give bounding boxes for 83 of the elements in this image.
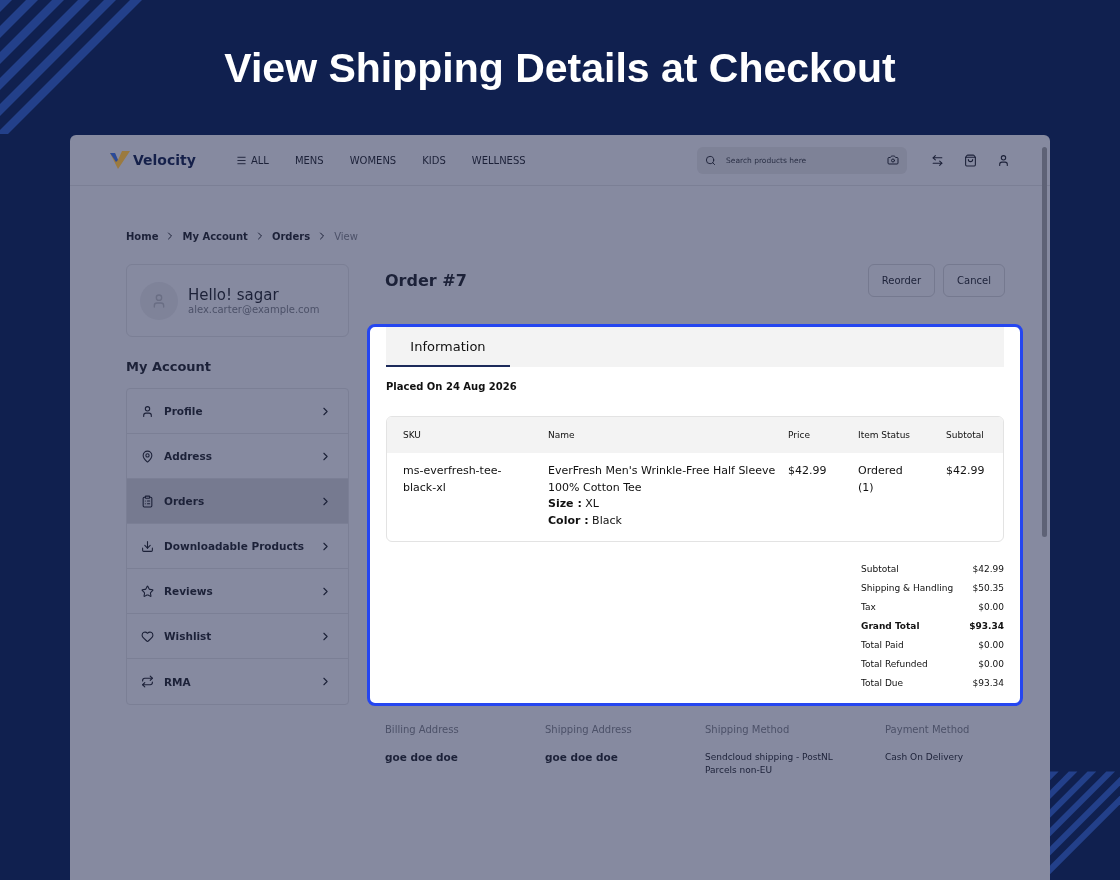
sidebar-item-label: Profile [164, 405, 204, 417]
table-cell-text: $42.99 [946, 463, 986, 479]
sidebar-item[interactable]: RMA [127, 659, 348, 704]
column-header: Subtotal [946, 430, 985, 440]
sidebar-item-label: Orders [164, 495, 206, 507]
column-header: Price [788, 430, 811, 440]
logo[interactable]: Velocity [110, 151, 196, 169]
sidebar-title: My Account [126, 359, 213, 374]
sidebar-item[interactable]: Reviews [127, 569, 348, 614]
detail-label: Shipping Address [545, 724, 633, 735]
total-value: $93.34 [971, 677, 1004, 690]
shopping-bag-icon[interactable] [964, 153, 977, 167]
nav-link[interactable]: KIDS [422, 154, 446, 166]
detail-value: goe doe doe [385, 751, 459, 764]
total-label: Total Due [861, 677, 905, 690]
heart-icon [141, 629, 154, 643]
user-icon [141, 404, 154, 418]
column-header: Item Status [858, 430, 912, 440]
download-icon [141, 539, 154, 553]
compare-arrows-icon[interactable] [931, 153, 944, 167]
product-option: Color : Black [548, 512, 788, 529]
breadcrumb-link[interactable]: Orders [271, 230, 311, 242]
logo-text: Velocity [133, 152, 196, 168]
table-cell-text: Ordered (1) [858, 463, 904, 496]
detail-label: Shipping Method [705, 724, 791, 735]
total-label: Tax [861, 601, 877, 614]
total-value: $0.00 [977, 601, 1004, 614]
nav-link[interactable]: WOMENS [349, 154, 397, 166]
avatar-icon [140, 281, 178, 320]
logo-icon [110, 151, 130, 169]
sidebar-item-label: RMA [164, 675, 192, 688]
detail-label: Billing Address [385, 724, 460, 735]
scrollbar[interactable] [1042, 147, 1047, 537]
column-header: Name [548, 430, 576, 440]
table-cell-text: $42.99 [788, 463, 828, 479]
sidebar-item[interactable]: Wishlist [127, 614, 348, 659]
order-title: Order #7 [385, 271, 468, 290]
order-action-button[interactable]: Cancel [943, 264, 1005, 297]
nav-link[interactable]: ALL [235, 154, 269, 166]
sidebar-item-label: Downloadable Products [164, 540, 306, 552]
total-value: $0.00 [977, 658, 1004, 671]
nav-link[interactable]: WELLNESS [471, 154, 526, 166]
clipboard-icon [141, 494, 154, 508]
sidebar-item-label: Wishlist [164, 630, 213, 642]
placed-date: Placed On 24 Aug 2026 [386, 381, 518, 392]
total-value: $93.34 [969, 620, 1004, 633]
camera-icon[interactable] [887, 154, 899, 166]
detail-value: Sendcloud shipping - PostNL Parcels non-EU [705, 751, 834, 777]
detail-value: Cash On Delivery [885, 751, 965, 764]
sidebar-item[interactable]: Profile [127, 389, 348, 434]
total-value: $0.00 [977, 639, 1004, 652]
tab[interactable]: Information [386, 327, 510, 367]
table-cell-text: ms-everfresh-tee-black-xl [403, 463, 503, 496]
column-header: SKU [403, 430, 422, 440]
menu-icon [235, 154, 247, 166]
table-cell-text: EverFresh Men's Wrinkle-Free Half Sleeve 100% Cotton Tee [548, 463, 777, 496]
detail-label: Payment Method [885, 724, 971, 735]
total-value: $42.99 [971, 563, 1004, 576]
total-label: Total Refunded [861, 658, 929, 671]
greeting: Hello! sagar [188, 286, 280, 304]
total-label: Subtotal [861, 563, 900, 576]
location-pin-icon [141, 449, 154, 463]
total-value: $50.35 [971, 582, 1004, 595]
swap-arrows-icon [141, 675, 154, 688]
total-label: Grand Total [861, 620, 921, 633]
user-icon[interactable] [997, 153, 1010, 167]
total-label: Total Paid [861, 639, 905, 652]
page-headline: View Shipping Details at Checkout [224, 44, 896, 93]
sidebar-item[interactable]: Downloadable Products [127, 524, 348, 569]
nav-link[interactable]: MENS [294, 154, 324, 166]
breadcrumb-link[interactable]: Home [126, 230, 159, 242]
star-icon [141, 584, 154, 598]
sidebar-item-label: Address [164, 450, 213, 462]
order-action-button[interactable]: Reorder [867, 264, 936, 297]
user-email: alex.carter@example.com [188, 304, 320, 315]
breadcrumb-link[interactable]: View [334, 230, 358, 242]
sidebar-item-label: Reviews [164, 585, 214, 597]
detail-value: goe doe doe [545, 751, 619, 764]
total-label: Shipping & Handling [861, 582, 955, 595]
product-option: Size : XL [548, 496, 788, 513]
search-icon [705, 154, 716, 166]
breadcrumb-link[interactable]: My Account [182, 230, 248, 242]
sidebar-item[interactable]: Orders [127, 479, 348, 524]
